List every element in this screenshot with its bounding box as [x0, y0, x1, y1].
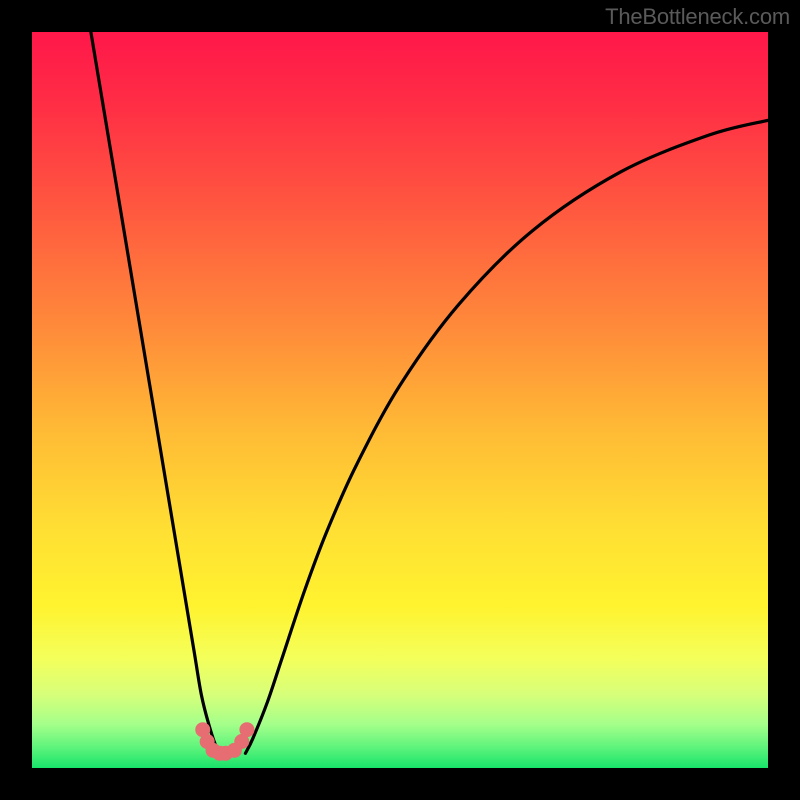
gradient-background	[32, 32, 768, 768]
bottleneck-chart	[32, 32, 768, 768]
watermark-text: TheBottleneck.com	[605, 4, 790, 30]
valley-dot	[239, 722, 254, 737]
chart-frame	[32, 32, 768, 768]
